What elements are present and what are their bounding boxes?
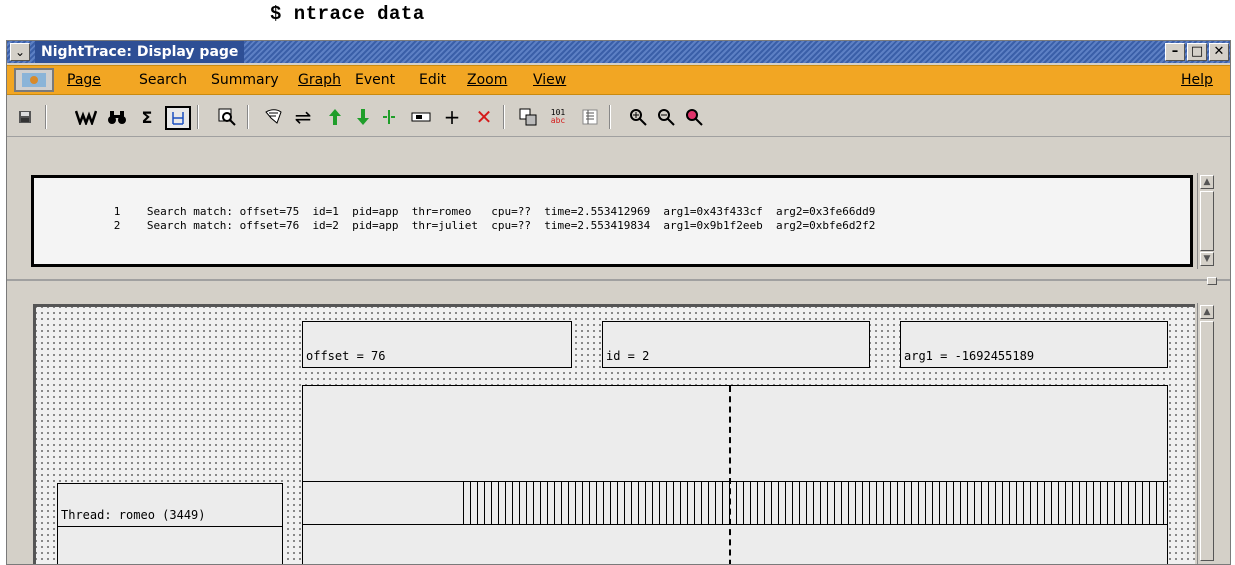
- chevron-down-icon: ⌄: [14, 45, 26, 59]
- result-text: Search match: offset=76 id=2 pid=app thr…: [146, 219, 876, 232]
- graph-scroll-up-arrow[interactable]: ▲: [1200, 305, 1214, 319]
- up-button[interactable]: [325, 105, 345, 129]
- menu-graph[interactable]: Graph: [298, 66, 341, 94]
- arrow-up-icon: [329, 109, 341, 125]
- menu-view[interactable]: View: [533, 66, 566, 94]
- minimize-button[interactable]: –: [1165, 43, 1185, 61]
- search-results-panel: 1 Search match: offset=75 id=1 pid=app t…: [31, 175, 1193, 267]
- menu-zoom[interactable]: Zoom: [467, 66, 507, 94]
- list-button[interactable]: [579, 105, 601, 129]
- summary-toggle-button[interactable]: [165, 106, 191, 130]
- toolbar-separator: [247, 105, 249, 129]
- id-label: id = 2: [606, 349, 650, 363]
- menu-edit[interactable]: Edit: [419, 66, 446, 94]
- edit-button[interactable]: [261, 105, 285, 129]
- pane-divider[interactable]: [7, 279, 1230, 281]
- toolbar-separator: [45, 105, 47, 129]
- menu-bar: Page Search Summary Graph Event Edit Zoo…: [7, 65, 1230, 95]
- timeline-panel[interactable]: [302, 385, 1168, 564]
- delete-button[interactable]: ✕: [473, 105, 495, 129]
- graph-scrollbar[interactable]: ▲: [1197, 303, 1215, 564]
- scroll-thumb[interactable]: [1200, 191, 1214, 251]
- cursor-line[interactable]: [729, 386, 731, 564]
- swap-button[interactable]: ⇌: [291, 105, 315, 129]
- pane-resize-handle[interactable]: [1207, 277, 1217, 285]
- menu-summary[interactable]: Summary: [211, 66, 279, 94]
- zoom-reset-button[interactable]: [683, 105, 705, 129]
- window-menu-button[interactable]: ⌄: [10, 43, 30, 61]
- thread-label-box-lower[interactable]: [57, 526, 283, 564]
- offset-box[interactable]: offset = 76: [302, 321, 572, 368]
- magnifier-icon: [218, 108, 236, 126]
- search-button[interactable]: [105, 105, 129, 129]
- save-icon: [19, 111, 31, 123]
- tag-button[interactable]: [409, 105, 433, 129]
- maximize-button[interactable]: □: [1187, 43, 1207, 61]
- filter-button[interactable]: [73, 105, 99, 129]
- filter-icon: [75, 110, 97, 125]
- toolbar-separator: [609, 105, 611, 129]
- menu-search[interactable]: Search: [139, 66, 187, 94]
- menu-help[interactable]: Help: [1181, 66, 1213, 94]
- inspect-button[interactable]: [215, 105, 239, 129]
- close-button[interactable]: ✕: [1209, 43, 1229, 61]
- offset-label: offset = 76: [306, 349, 386, 363]
- thread-label-box[interactable]: Thread: romeo (3449): [57, 483, 283, 527]
- arg1-box[interactable]: arg1 = -1692455189: [900, 321, 1168, 368]
- binary-button[interactable]: 101 abc: [545, 105, 571, 129]
- id-box[interactable]: id = 2: [602, 321, 870, 368]
- copy-button[interactable]: [517, 105, 539, 129]
- zoom-in-icon: [630, 109, 647, 126]
- graph-area[interactable]: offset = 76 id = 2 arg1 = -1692455189 Th…: [33, 304, 1195, 564]
- down-button[interactable]: [353, 105, 373, 129]
- nighttrace-window: ⌄ NightTrace: Display page – □ ✕ Page Se…: [6, 40, 1231, 565]
- scroll-up-arrow[interactable]: ▲: [1200, 175, 1214, 189]
- toolbar: Σ ⇌ + ✕ 101 abc: [7, 97, 1230, 137]
- results-scrollbar[interactable]: ▲ ▼: [1197, 173, 1215, 269]
- menu-page[interactable]: Page: [67, 66, 101, 94]
- menu-event[interactable]: Event: [355, 66, 395, 94]
- list-icon: [582, 109, 598, 125]
- thread-label: Thread: romeo (3449): [61, 508, 206, 522]
- event-ticks: [463, 481, 1167, 525]
- arrow-down-icon: [357, 109, 369, 125]
- split-icon: [383, 110, 395, 124]
- scroll-down-arrow[interactable]: ▼: [1200, 252, 1214, 266]
- split-button[interactable]: [379, 105, 399, 129]
- command-line: $ ntrace data: [270, 3, 425, 25]
- zoom-reset-icon: [686, 109, 703, 126]
- binoculars-icon: [108, 111, 126, 124]
- search-result-row[interactable]: 2 Search match: offset=76 id=2 pid=app t…: [74, 206, 876, 245]
- save-button[interactable]: [15, 105, 35, 129]
- sigma-button[interactable]: Σ: [137, 105, 157, 129]
- tag-icon: [411, 112, 431, 122]
- copy-icon: [519, 108, 537, 126]
- app-icon[interactable]: [14, 68, 54, 92]
- toolbar-separator: [503, 105, 505, 129]
- zoom-out-button[interactable]: [655, 105, 677, 129]
- summary-icon: [172, 112, 184, 125]
- zoom-out-icon: [658, 109, 675, 126]
- app-logo-icon: [22, 73, 46, 87]
- arg1-label: arg1 = -1692455189: [904, 349, 1035, 363]
- cross-button[interactable]: +: [441, 105, 463, 129]
- graph-scroll-thumb[interactable]: [1200, 321, 1214, 561]
- window-title: NightTrace: Display page: [35, 41, 245, 63]
- result-index: 2: [113, 219, 121, 232]
- title-bar[interactable]: ⌄ NightTrace: Display page – □ ✕: [7, 41, 1230, 63]
- edit-icon: [265, 109, 282, 124]
- zoom-in-button[interactable]: [627, 105, 649, 129]
- toolbar-separator: [197, 105, 199, 129]
- binary-bottom-text: abc: [550, 116, 566, 125]
